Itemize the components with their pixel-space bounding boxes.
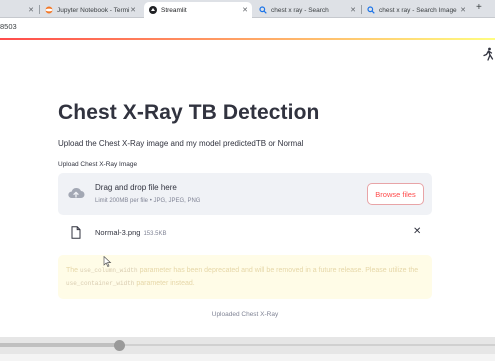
browse-files-button[interactable]: Browse files <box>367 183 424 205</box>
file-dropzone[interactable]: Drag and drop file here Limit 200MB per … <box>58 173 432 215</box>
search-icon <box>259 6 267 14</box>
dropzone-limit-text: Limit 200MB per file • JPG, JPEG, PNG <box>95 198 201 204</box>
remove-file-close-icon[interactable]: ✕ <box>413 226 421 237</box>
search-icon <box>367 6 375 14</box>
mouse-cursor-icon <box>103 256 112 267</box>
page-subtitle: Upload the Chest X-Ray image and my mode… <box>58 139 304 148</box>
warning-code-use-container-width: use_container_width <box>66 280 135 287</box>
bottom-strip <box>0 354 495 361</box>
tab-close-icon[interactable]: ✕ <box>28 6 34 14</box>
progress-fill <box>0 343 120 347</box>
streamlit-icon <box>149 6 157 14</box>
tab-label: chest x ray - Search Image <box>379 6 457 14</box>
tab-close-icon[interactable]: ✕ <box>350 6 356 14</box>
file-icon <box>71 226 81 239</box>
tab-separator <box>39 5 40 14</box>
uploader-label: Upload Chest X-Ray Image <box>58 161 138 168</box>
tab-search[interactable]: chest x ray - Search ✕ <box>254 2 360 18</box>
warning-text: The use_column_width parameter has been … <box>66 264 426 290</box>
address-bar[interactable]: 8503 <box>0 18 495 38</box>
tab-close-icon[interactable]: ✕ <box>460 6 466 14</box>
tab-blank[interactable]: ✕ <box>0 2 38 18</box>
warning-text-part: parameter has been deprecated and will b… <box>137 267 419 274</box>
uploaded-file-name: Normal-3.png 153.5KB <box>95 228 166 237</box>
warning-code-use-column-width: use_column_width <box>80 267 138 274</box>
cloud-upload-icon <box>68 187 85 198</box>
tab-close-icon[interactable]: ✕ <box>242 6 248 14</box>
progress-remaining <box>120 344 495 346</box>
warning-text-part: parameter instead. <box>134 280 195 287</box>
tab-label: chest x ray - Search <box>271 6 329 14</box>
uploaded-file-row: Normal-3.png 153.5KB ✕ <box>58 222 432 244</box>
tab-streamlit[interactable]: Streamlit ✕ <box>144 2 252 18</box>
browser-tab-bar: ✕ Jupyter Notebook - Termi ✕ Streamlit ✕… <box>0 0 495 18</box>
file-name: Normal-3.png <box>95 228 141 237</box>
tab-close-icon[interactable]: ✕ <box>130 6 136 14</box>
progress-thumb[interactable] <box>114 340 125 351</box>
page-title: Chest X-Ray TB Detection <box>58 101 320 124</box>
warning-text-part: The <box>66 267 81 274</box>
running-man-icon <box>483 47 494 61</box>
new-tab-button[interactable]: + <box>476 2 482 13</box>
playback-progress-bar[interactable] <box>0 337 495 354</box>
tab-label: Jupyter Notebook - Termi <box>57 6 130 14</box>
header-decoration-bar <box>0 38 495 40</box>
deprecation-warning: The use_column_width parameter has been … <box>58 255 432 299</box>
tab-jupyter[interactable]: Jupyter Notebook - Termi ✕ <box>40 2 140 18</box>
url-text[interactable]: 8503 <box>0 22 17 31</box>
dropzone-title: Drag and drop file here <box>95 183 177 192</box>
file-size: 153.5KB <box>143 231 167 237</box>
tab-label: Streamlit <box>161 6 187 14</box>
jupyter-icon <box>45 6 53 14</box>
tab-separator <box>361 5 362 14</box>
image-caption: Uploaded Chest X-Ray <box>211 311 279 318</box>
tab-search-images[interactable]: chest x ray - Search Image ✕ <box>362 2 470 18</box>
